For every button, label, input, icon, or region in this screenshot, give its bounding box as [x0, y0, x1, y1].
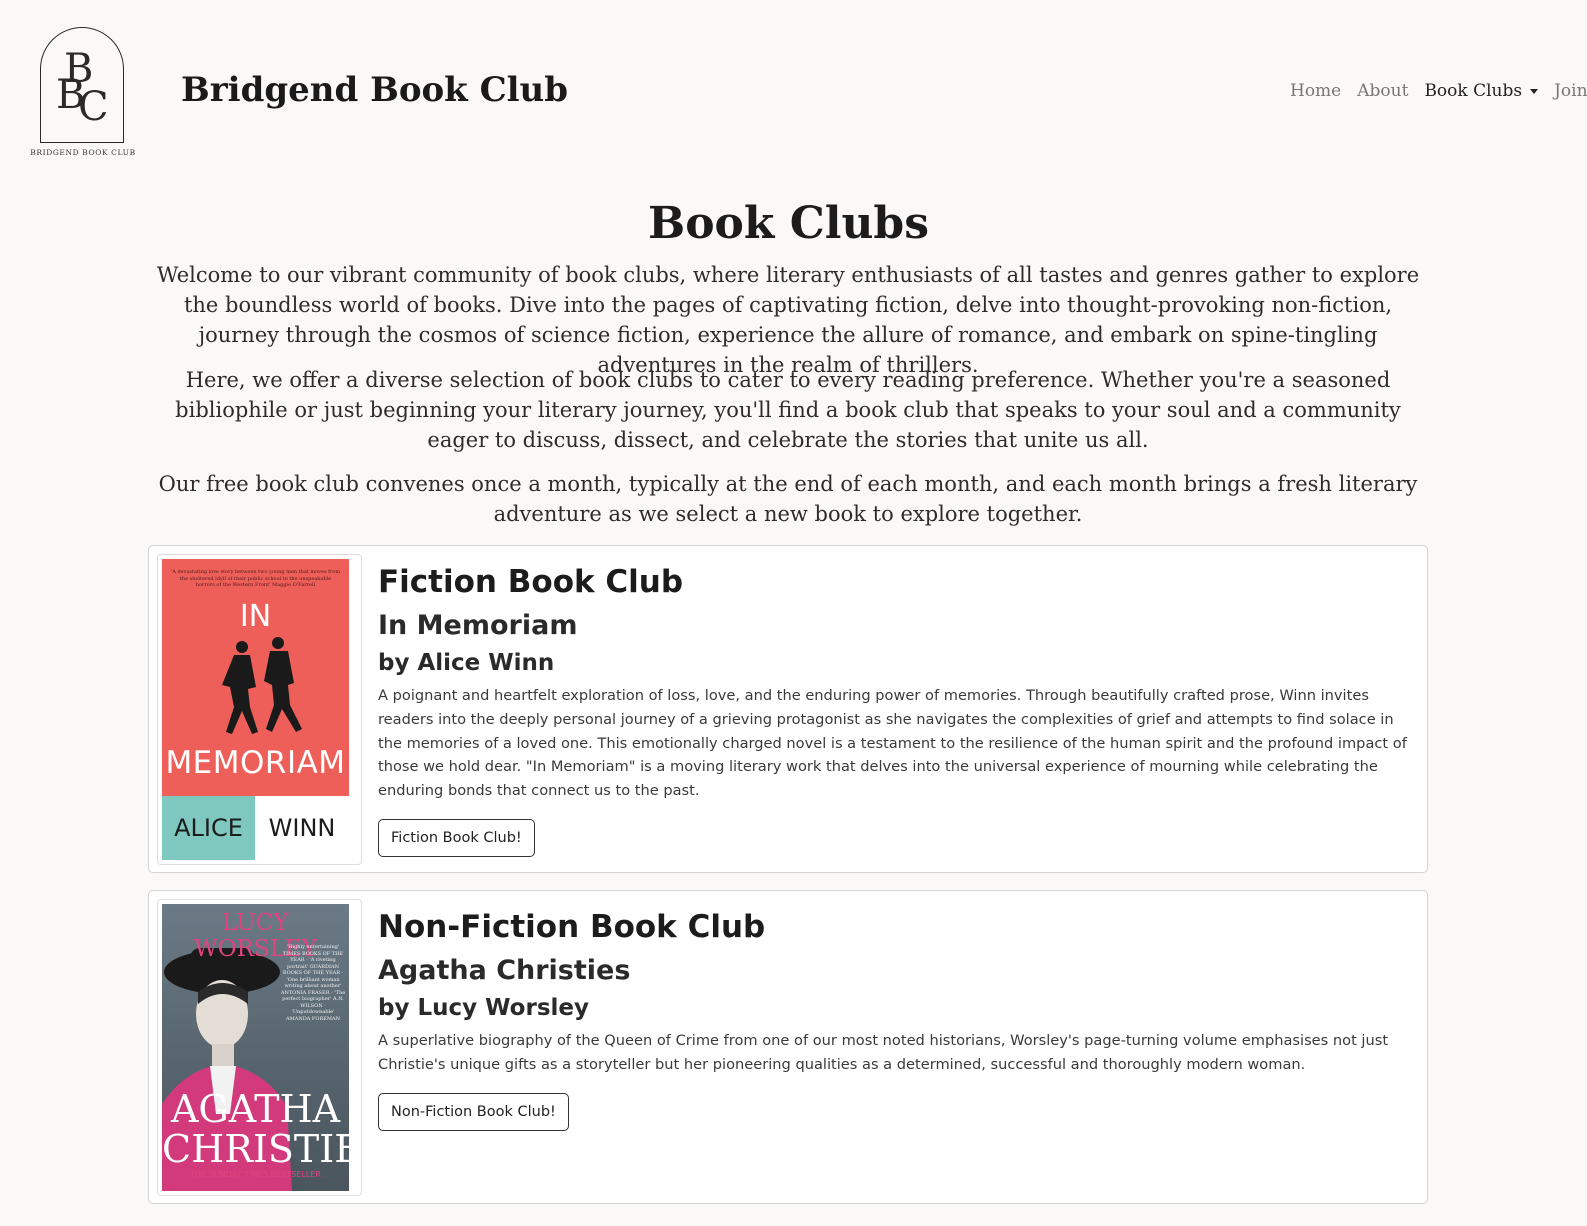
logo-letter-c: C — [78, 84, 109, 130]
intro-paragraph-3: Our free book club convenes once a month… — [158, 472, 1418, 526]
book-cover-agatha-christie: LUCY WORSLEY 'Highly entertaining' TIMES… — [162, 904, 349, 1191]
book-cover-in-memoriam: 'A devastating love story between two yo… — [162, 559, 349, 860]
book-author: by Lucy Worsley — [378, 995, 589, 1021]
cover-title-word1: IN — [239, 599, 272, 634]
intro-paragraph-2: Here, we offer a diverse selection of bo… — [175, 368, 1401, 452]
nav-home[interactable]: Home — [1290, 81, 1341, 101]
page-title: Book Clubs — [648, 198, 929, 249]
caret-down-icon — [1530, 88, 1539, 94]
intro-paragraph-1: Welcome to our vibrant community of book… — [156, 263, 1420, 377]
nav-book-clubs-label: Book Clubs — [1424, 81, 1523, 101]
club-title: Fiction Book Club — [378, 564, 684, 600]
cover-author-last: WINN — [255, 796, 349, 860]
cover-title: AGATHA CHRISTIE — [162, 1089, 349, 1169]
logo-text: BRIDGEND BOOK CLUB — [30, 148, 136, 157]
book-title: In Memoriam — [378, 610, 578, 641]
club-card-non-fiction: LUCY WORSLEY 'Highly entertaining' TIMES… — [148, 890, 1428, 1204]
walking-soldiers-illustration — [222, 637, 302, 734]
book-title: Agatha Christies — [378, 955, 631, 986]
site-logo[interactable]: B B C BRIDGEND BOOK CLUB — [30, 25, 136, 159]
book-author: by Alice Winn — [378, 650, 555, 676]
cover-tagline: THE SUNDAY TIMES BESTSELLER — [190, 1170, 321, 1179]
cover-title-line2: CHRISTIE — [162, 1127, 349, 1171]
nav-about[interactable]: About — [1357, 81, 1408, 101]
cover-author-first: ALICE — [162, 796, 255, 860]
book-cover-thumbnail: 'A devastating love story between two yo… — [157, 554, 362, 865]
cover-title-word2: MEMORIAM — [165, 745, 346, 781]
book-cover-thumbnail: LUCY WORSLEY 'Highly entertaining' TIMES… — [157, 899, 362, 1196]
nav-book-clubs-dropdown[interactable]: Book Clubs — [1424, 81, 1539, 101]
book-description: A superlative biography of the Queen of … — [378, 1032, 1389, 1073]
cover-title-line1: AGATHA — [170, 1087, 341, 1131]
club-card-fiction: 'A devastating love story between two yo… — [148, 545, 1428, 873]
nav-join[interactable]: Join U — [1554, 81, 1587, 101]
cover-review-quotes: 'Highly entertaining' TIMES BOOKS OF THE… — [280, 944, 346, 1022]
club-title: Non-Fiction Book Club — [378, 909, 766, 945]
cover-quote: 'A devastating love story between two yo… — [170, 569, 341, 588]
non-fiction-club-button[interactable]: Non-Fiction Book Club! — [378, 1093, 569, 1131]
book-description: A poignant and heartfelt exploration of … — [378, 687, 1407, 800]
site-title[interactable]: Bridgend Book Club — [181, 70, 568, 110]
fiction-club-button[interactable]: Fiction Book Club! — [378, 819, 535, 857]
main-nav: Home About Book Clubs Join U — [1290, 81, 1587, 101]
